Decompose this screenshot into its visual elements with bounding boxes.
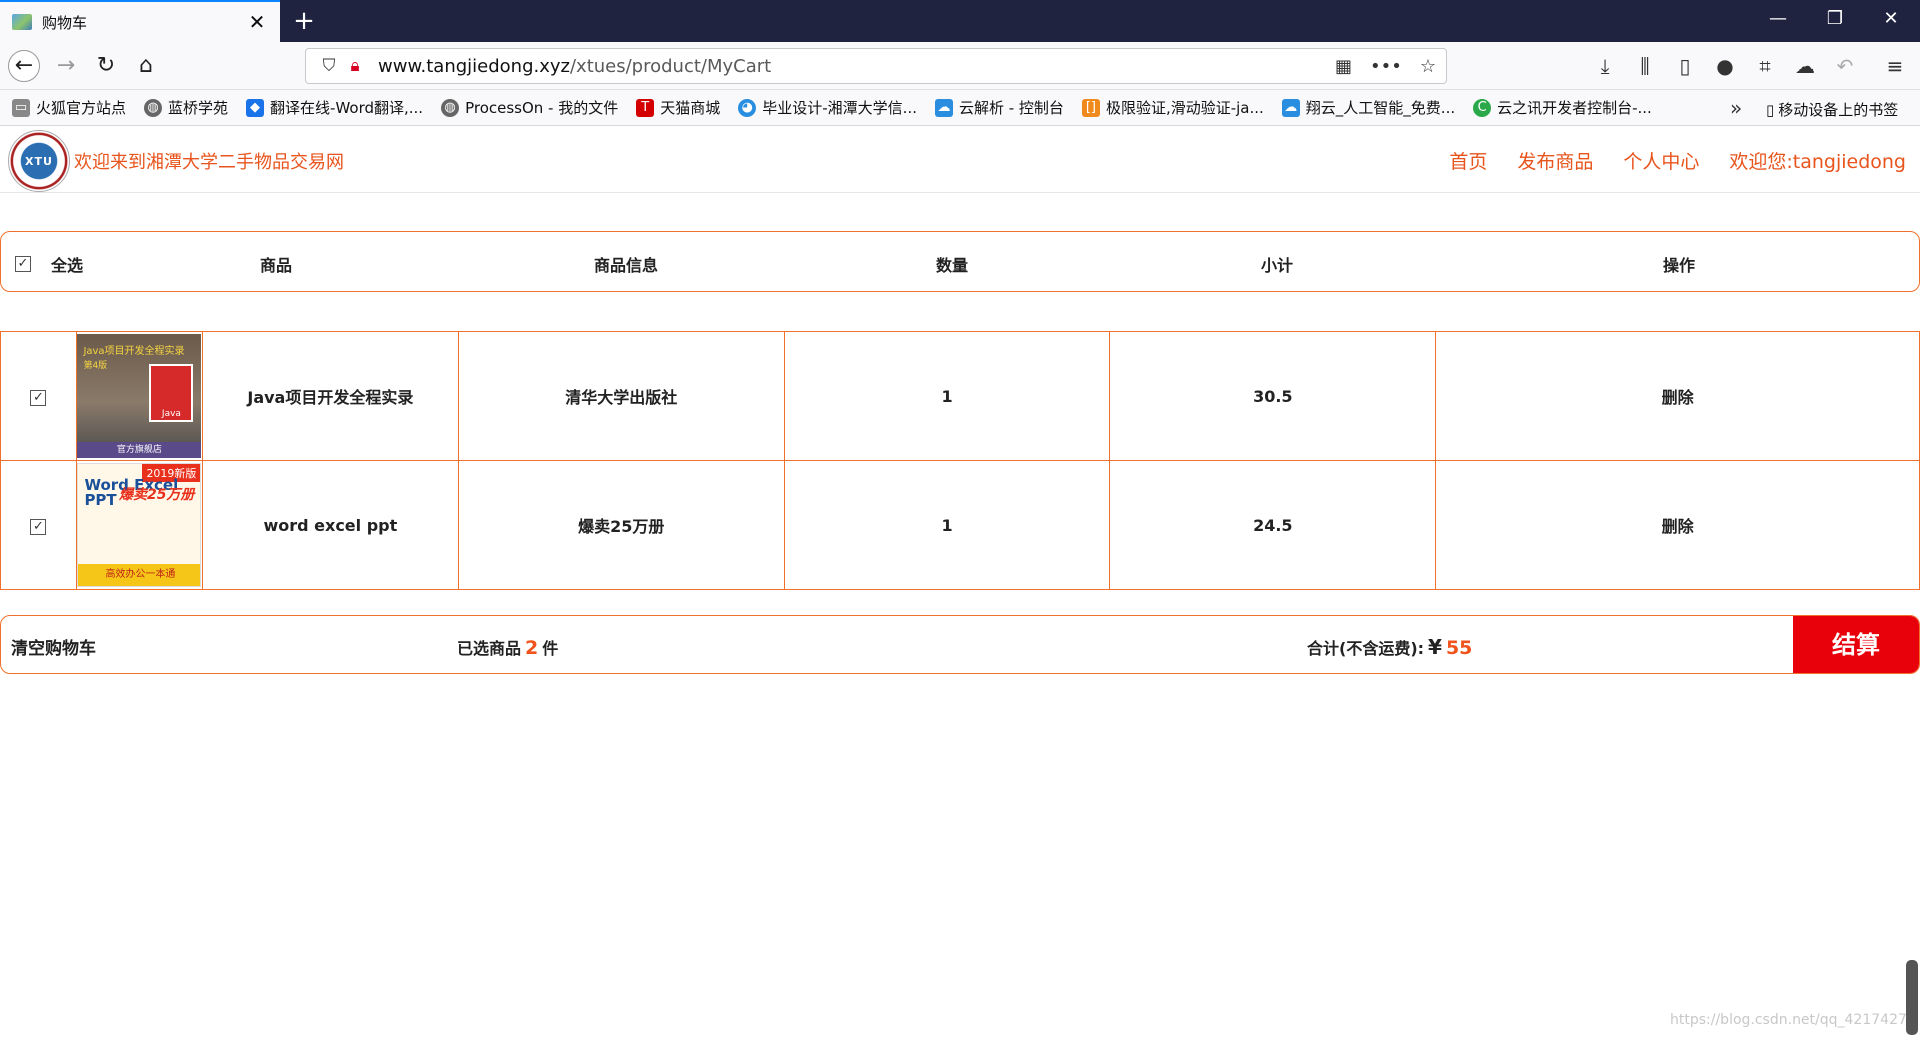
browser-tab[interactable]: 购物车 ✕ — [0, 0, 280, 42]
header-quantity: 数量 — [936, 256, 969, 275]
bookmark-star-icon[interactable]: ☆ — [1420, 56, 1436, 77]
bookmark-item[interactable]: T 天猫商城 — [636, 97, 720, 118]
globe-icon: ◍ — [441, 98, 460, 117]
minimize-button[interactable]: — — [1765, 8, 1791, 29]
item-checkbox[interactable]: ✓ — [0, 331, 77, 461]
undo-icon[interactable]: ↶ — [1832, 54, 1858, 78]
product-info: 爆卖25万册 — [457, 460, 785, 590]
bookmark-item[interactable]: [] 极限验证,滑动验证-ja... — [1081, 97, 1264, 118]
forward-arrow-icon[interactable]: → — [50, 50, 82, 82]
downloads-icon[interactable]: ⤓ — [1592, 54, 1618, 78]
restore-button[interactable]: ❐ — [1822, 8, 1848, 29]
table-row: ✓ Java项目开发全程实录 第4版 Java 官方旗舰店 Java项目开发全程… — [0, 331, 1920, 461]
page-actions-icon[interactable]: ••• — [1370, 56, 1402, 77]
table-row: ✓ 2019新版 Word Excel PPT 爆卖25万册 高效办公一本通 w… — [0, 460, 1920, 590]
cart-total: 合计(不含运费): ¥55 — [1307, 635, 1473, 659]
office-book-cover: 2019新版 Word Excel PPT 爆卖25万册 高效办公一本通 — [77, 463, 202, 587]
account-icon[interactable]: ● — [1712, 54, 1738, 78]
bookmarks-bar: ▭ 火狐官方站点 ◍ 蓝桥学苑 ◆ 翻译在线-Word翻译,... ◍ ProcessO… — [0, 90, 1920, 126]
reload-icon[interactable]: ↻ — [90, 50, 122, 82]
sidebar-icon[interactable]: ▯ — [1672, 54, 1698, 78]
item-checkbox[interactable]: ✓ — [0, 460, 77, 590]
select-all-label: 全选 — [51, 256, 84, 275]
watermark: https://blog.csdn.net/qq_4217427 — [1670, 1012, 1907, 1028]
mobile-bookmarks[interactable]: ▯ 移动设备上的书签 — [1766, 99, 1898, 120]
cart-footer: 清空购物车 已选商品 2 件 合计(不含运费): ¥55 结算 — [0, 615, 1920, 674]
header-action: 操作 — [1663, 256, 1696, 275]
product-info: 清华大学出版社 — [457, 331, 785, 461]
nav-profile-link[interactable]: 个人中心 — [1623, 147, 1699, 174]
shield-icon[interactable]: ⛉ — [316, 56, 342, 76]
folder-icon: ▭ — [12, 98, 30, 117]
product-subtotal: 30.5 — [1109, 331, 1437, 461]
checkout-button[interactable]: 结算 — [1793, 616, 1919, 673]
bookmark-item[interactable]: ◆ 翻译在线-Word翻译,... — [246, 97, 423, 118]
bookmark-item[interactable]: ▭ 火狐官方站点 — [12, 97, 126, 118]
tab-title: 购物车 — [42, 13, 88, 32]
java-book-cover: Java项目开发全程实录 第4版 Java 官方旗舰店 — [77, 334, 202, 458]
product-image[interactable]: Java项目开发全程实录 第4版 Java 官方旗舰店 — [75, 331, 203, 461]
header-subtotal: 小计 — [1261, 256, 1294, 275]
tab-favicon-icon — [12, 14, 32, 30]
bookmark-item[interactable]: C 云之讯开发者控制台-... — [1473, 97, 1652, 118]
new-tab-button[interactable]: + — [290, 6, 318, 36]
translate-icon: ◆ — [246, 98, 265, 117]
insecure-lock-icon[interactable]: 🔒︎ — [342, 56, 368, 76]
home-icon[interactable]: ⌂ — [130, 50, 162, 82]
nav-publish-link[interactable]: 发布商品 — [1517, 147, 1593, 174]
bookmark-item[interactable]: ☁ 云解析 - 控制台 — [934, 97, 1064, 118]
chat-icon[interactable]: ☁ — [1792, 54, 1818, 78]
menu-icon[interactable]: ≡ — [1882, 54, 1908, 78]
bookmark-item[interactable]: ◕ 毕业设计-湘潭大学信... — [738, 97, 917, 118]
qr-code-icon[interactable]: ▦ — [1335, 56, 1352, 77]
university-logo: XTU — [8, 130, 70, 192]
cloud-icon: ☁ — [934, 98, 953, 117]
logo-text: XTU — [25, 154, 53, 168]
product-name[interactable]: word excel ppt — [201, 460, 459, 590]
cart-header: ✓ 全选 商品 商品信息 数量 小计 操作 — [0, 231, 1920, 292]
browser-tab-bar: 购物车 ✕ + — ❐ ✕ — [0, 0, 1920, 42]
site-header: XTU 欢迎来到湘潭大学二手物品交易网 首页 发布商品 个人中心 欢迎您:tan… — [0, 127, 1920, 193]
c-icon: C — [1473, 98, 1492, 117]
product-name[interactable]: Java项目开发全程实录 — [201, 331, 459, 461]
library-icon[interactable]: ⫼ — [1632, 54, 1658, 78]
cart-table: ✓ Java项目开发全程实录 第4版 Java 官方旗舰店 Java项目开发全程… — [0, 331, 1920, 590]
back-arrow-icon[interactable]: ← — [8, 50, 40, 82]
scrollbar[interactable] — [1906, 960, 1918, 1035]
delete-button[interactable]: 删除 — [1435, 331, 1920, 461]
bookmark-item[interactable]: ◍ ProcessOn - 我的文件 — [441, 97, 618, 118]
product-quantity: 1 — [783, 331, 1111, 461]
nav-home-link[interactable]: 首页 — [1449, 147, 1487, 174]
mobile-device-icon: ▯ — [1766, 100, 1775, 119]
close-tab-icon[interactable]: ✕ — [246, 10, 268, 34]
more-bookmarks-icon[interactable]: » — [1730, 96, 1742, 120]
tmall-icon: T — [636, 98, 655, 117]
address-bar[interactable]: ⛉ 🔒︎ www.tangjiedong.xyz/xtues/product/M… — [305, 48, 1447, 84]
bookmark-item[interactable]: ☁ 翔云_人工智能_免费... — [1281, 97, 1455, 118]
site-title: 欢迎来到湘潭大学二手物品交易网 — [74, 152, 344, 173]
header-info: 商品信息 — [594, 256, 659, 275]
nav-user-link[interactable]: 欢迎您:tangjiedong — [1729, 147, 1906, 174]
browser-navigation-bar: ← → ↻ ⌂ ⛉ 🔒︎ www.tangjiedong.xyz/xtues/p… — [0, 42, 1920, 90]
globe-icon: ◍ — [144, 98, 163, 117]
bracket-icon: [] — [1081, 98, 1100, 117]
edu-icon: ◕ — [738, 98, 757, 117]
cloud-icon: ☁ — [1281, 98, 1300, 117]
header-product: 商品 — [260, 256, 293, 275]
product-quantity: 1 — [783, 460, 1111, 590]
product-subtotal: 24.5 — [1109, 460, 1437, 590]
bookmark-item[interactable]: ◍ 蓝桥学苑 — [144, 97, 228, 118]
site-nav: 首页 发布商品 个人中心 欢迎您:tangjiedong — [1419, 147, 1906, 174]
screenshot-icon[interactable]: ⌗ — [1752, 54, 1778, 78]
selected-count: 已选商品 2 件 — [457, 637, 559, 659]
select-all-checkbox[interactable]: ✓ — [15, 252, 31, 272]
product-image[interactable]: 2019新版 Word Excel PPT 爆卖25万册 高效办公一本通 — [75, 460, 203, 590]
clear-cart-button[interactable]: 清空购物车 — [11, 634, 96, 659]
close-window-button[interactable]: ✕ — [1878, 8, 1904, 29]
url-text[interactable]: www.tangjiedong.xyz/xtues/product/MyCart — [378, 56, 1317, 77]
delete-button[interactable]: 删除 — [1435, 460, 1920, 590]
